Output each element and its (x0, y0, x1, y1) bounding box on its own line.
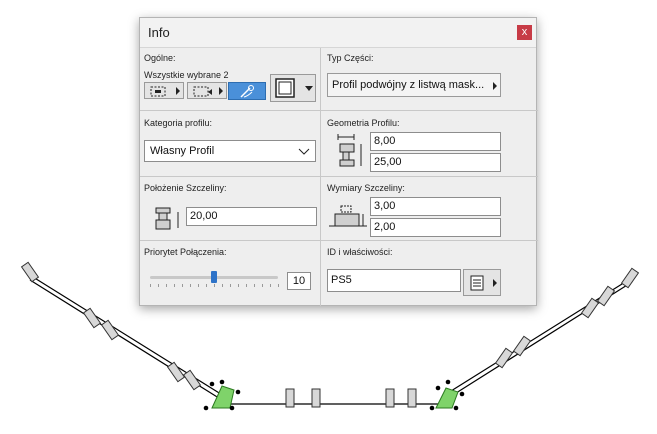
part-type-label: Typ Części: (327, 53, 374, 63)
slider-tick (150, 284, 151, 287)
selection-handle[interactable] (235, 389, 241, 395)
profile-width-field[interactable]: 8,00 (370, 132, 501, 151)
select-elements-button[interactable] (144, 82, 184, 99)
profile-category-value: Własny Profil (150, 145, 215, 157)
profile-connector-marker[interactable] (494, 347, 514, 369)
selected-connector-left[interactable] (211, 385, 235, 409)
slider-tick (238, 284, 239, 287)
slider-tick (190, 284, 191, 287)
magic-wand-toggle[interactable] (228, 82, 266, 100)
chevron-down-icon (305, 86, 313, 91)
profile-connector-marker[interactable] (20, 261, 40, 283)
profile-connector-marker[interactable] (311, 388, 321, 408)
selection-handle[interactable] (209, 381, 215, 387)
dialog-title: Info (148, 25, 170, 40)
profile-connector-marker[interactable] (100, 319, 120, 341)
selection-handle[interactable] (459, 391, 465, 397)
frame-icon (275, 78, 295, 98)
slider-tick (182, 284, 183, 287)
profile-category-select[interactable]: Własny Profil (144, 140, 316, 162)
slider-tick (270, 284, 271, 287)
slider-tick (246, 284, 247, 287)
profile-connector-marker[interactable] (512, 335, 532, 357)
view-mode-dropdown[interactable] (270, 74, 316, 102)
selected-connector-right[interactable] (435, 387, 459, 409)
selection-handle[interactable] (203, 405, 209, 411)
slider-tick (262, 284, 263, 287)
profile-connector-marker[interactable] (166, 361, 186, 383)
column-divider (320, 48, 321, 306)
chevron-right-icon (493, 82, 497, 90)
close-button[interactable]: x (517, 25, 532, 40)
slider-tick (222, 284, 223, 287)
chevron-right-icon (219, 87, 223, 95)
slot-position-icon (155, 207, 179, 230)
slider-tick (214, 284, 215, 287)
select-next-button[interactable] (187, 82, 227, 99)
slot-position-field[interactable]: 20,00 (186, 207, 317, 226)
profile-category-label: Kategoria profilu: (144, 118, 213, 128)
chevron-down-icon (298, 148, 310, 155)
part-type-value: Profil podwójny z listwą mask... (332, 79, 485, 91)
row-divider-1 (140, 110, 538, 111)
marquee-select-icon (150, 86, 166, 97)
selection-handle[interactable] (435, 385, 441, 391)
id-properties-label: ID i właściwości: (327, 247, 393, 257)
slot-depth-field[interactable]: 2,00 (370, 218, 501, 237)
profile-geometry-label: Geometria Profilu: (327, 118, 400, 128)
profile-connector-marker[interactable] (385, 388, 395, 408)
dashed-rectangle-icon (193, 86, 212, 97)
slot-dimensions-label: Wymiary Szczeliny: (327, 183, 405, 193)
profile-connector-marker[interactable] (620, 267, 640, 289)
id-field[interactable]: PS5 (327, 269, 461, 292)
slot-position-label: Położenie Szczeliny: (144, 183, 227, 193)
dialog-titlebar[interactable]: Info x (140, 18, 536, 48)
profile-height-field[interactable]: 25,00 (370, 153, 501, 172)
slider-tick (230, 284, 231, 287)
row-divider-3 (140, 240, 538, 241)
selection-handle[interactable] (229, 405, 235, 411)
chevron-right-icon (176, 87, 180, 95)
connection-priority-label: Priorytet Połączenia: (144, 247, 227, 257)
selection-handle[interactable] (429, 405, 435, 411)
priority-slider-thumb[interactable] (211, 271, 217, 283)
properties-button[interactable] (463, 269, 501, 296)
priority-slider-ticks (150, 284, 279, 288)
profile-connector-marker[interactable] (596, 285, 616, 307)
slot-width-field[interactable]: 3,00 (370, 197, 501, 216)
slider-tick (254, 284, 255, 287)
selection-handle[interactable] (445, 379, 451, 385)
chevron-right-icon (493, 279, 497, 287)
slider-tick (206, 284, 207, 287)
slider-tick (158, 284, 159, 287)
profile-geometry-icon (337, 134, 362, 167)
general-label: Ogólne: (144, 53, 176, 63)
row-divider-2 (140, 176, 538, 177)
slider-tick (174, 284, 175, 287)
part-type-selector[interactable]: Profil podwójny z listwą mask... (327, 73, 501, 97)
profile-connector-marker[interactable] (407, 388, 417, 408)
selection-handle[interactable] (219, 379, 225, 385)
slider-tick (198, 284, 199, 287)
slider-tick (278, 284, 279, 287)
priority-value-field[interactable]: 10 (287, 272, 311, 290)
info-dialog: Info x Ogólne: Wszystkie wybrane 2 Typ C… (139, 17, 538, 306)
document-icon (470, 275, 484, 291)
slot-dimensions-icon (329, 205, 367, 227)
selection-handle[interactable] (453, 405, 459, 411)
slider-tick (166, 284, 167, 287)
selection-count-label: Wszystkie wybrane 2 (144, 70, 229, 80)
pick-up-icon (240, 85, 254, 98)
profile-connector-marker[interactable] (285, 388, 295, 408)
